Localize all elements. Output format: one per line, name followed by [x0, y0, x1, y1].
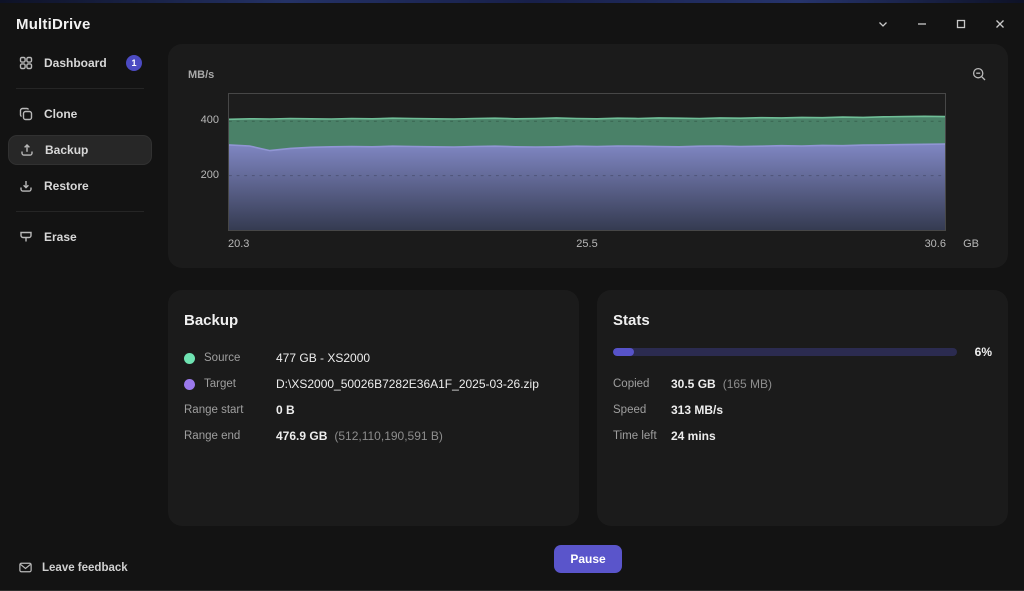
source-value: 477 GB - XS2000: [276, 351, 371, 365]
x-tick-label: 30.6: [924, 238, 946, 250]
sidebar-item-label: Restore: [44, 179, 89, 193]
speed-chart-card: MB/s 400 200 GB 20.3 25.5 30.6: [168, 44, 1008, 268]
titlebar: MultiDrive: [0, 0, 1024, 44]
sidebar-item-label: Erase: [44, 230, 77, 244]
main-content: MB/s 400 200 GB 20.3 25.5 30.6 Backup So…: [160, 44, 1024, 590]
time-left-label: Time left: [613, 430, 657, 442]
sidebar-divider: [16, 211, 144, 212]
clone-copy-icon: [19, 107, 33, 121]
dashboard-grid-icon: [19, 56, 33, 70]
stats-card-title: Stats: [613, 312, 650, 329]
window-menu-chevron-icon[interactable]: [875, 16, 891, 32]
action-footer: Pause: [168, 526, 1008, 590]
maximize-icon[interactable]: [953, 16, 969, 32]
leave-feedback-link[interactable]: Leave feedback: [8, 560, 152, 575]
zoom-out-icon[interactable]: [971, 66, 988, 83]
backup-upload-icon: [21, 144, 33, 156]
source-row: Source 477 GB - XS2000: [184, 345, 563, 371]
sidebar-item-clone[interactable]: Clone: [8, 99, 152, 129]
sidebar-item-label: Clone: [44, 107, 78, 121]
range-end-label: Range end: [184, 430, 241, 442]
restore-download-icon: [20, 181, 32, 192]
target-dot-icon: [184, 378, 195, 390]
chart-x-unit-label: GB: [963, 238, 979, 250]
x-tick-label: 25.5: [576, 238, 598, 250]
minimize-icon[interactable]: [914, 16, 930, 32]
progress-percent: 6%: [974, 345, 992, 359]
sidebar-item-restore[interactable]: Restore: [8, 171, 152, 201]
sidebar-item-backup[interactable]: Backup: [8, 135, 152, 165]
target-label: Target: [204, 378, 236, 390]
sidebar-item-label: Backup: [45, 143, 89, 157]
envelope-icon: [19, 562, 32, 573]
copied-value: 30.5 GB: [671, 377, 716, 391]
y-tick-label: 200: [200, 168, 219, 181]
window-top-accent: [0, 0, 1024, 3]
copied-row: Copied 30.5 GB (165 MB): [613, 371, 992, 397]
chart-y-axis: 400 200: [184, 93, 228, 231]
range-end-row: Range end 476.9 GB (512,110,190,591 B): [184, 423, 563, 449]
app-window: MultiDrive Dashboard 1 Clone Backup Rest…: [0, 0, 1024, 591]
backup-card: Backup Source 477 GB - XS2000 Target D:\…: [168, 290, 579, 526]
progress-bar-fill: [613, 348, 634, 356]
range-start-value: 0 B: [276, 403, 295, 417]
range-start-label: Range start: [184, 404, 244, 416]
chart-y-unit-label: MB/s: [188, 68, 215, 81]
dashboard-count-badge: 1: [126, 55, 142, 71]
erase-squeegee-icon: [20, 231, 32, 242]
close-icon[interactable]: [992, 16, 1008, 32]
sidebar-item-label: Dashboard: [44, 56, 107, 70]
stats-card: Stats 6% Copied 30.5 GB (165 MB) Speed 3…: [597, 290, 1008, 526]
speed-row: Speed 313 MB/s: [613, 397, 992, 423]
x-tick-label: 20.3: [228, 238, 250, 250]
progress-row: 6%: [613, 345, 992, 359]
copied-label: Copied: [613, 378, 650, 390]
window-controls: [875, 16, 1008, 32]
speed-label: Speed: [613, 404, 647, 416]
sidebar-item-dashboard[interactable]: Dashboard 1: [8, 48, 152, 78]
pause-button[interactable]: Pause: [554, 544, 622, 573]
copied-extra: (165 MB): [722, 377, 773, 391]
sidebar-divider: [16, 88, 144, 89]
sidebar: Dashboard 1 Clone Backup Restore Erase L…: [0, 44, 160, 590]
range-start-row: Range start 0 B: [184, 397, 563, 423]
y-tick-label: 400: [200, 114, 219, 127]
source-dot-icon: [184, 352, 195, 364]
source-label: Source: [204, 352, 241, 364]
progress-bar: [613, 348, 957, 356]
range-end-value: 476.9 GB: [276, 429, 328, 443]
sidebar-item-erase[interactable]: Erase: [8, 222, 152, 252]
target-value: D:\XS2000_50026B7282E36A1F_2025-03-26.zi…: [276, 377, 539, 391]
speed-value: 313 MB/s: [671, 403, 724, 417]
speed-area-chart: [229, 115, 945, 230]
range-end-bytes: (512,110,190,591 B): [334, 429, 443, 443]
time-left-value: 24 mins: [671, 429, 716, 443]
app-title: MultiDrive: [16, 15, 91, 33]
chart-x-axis: GB 20.3 25.5 30.6: [228, 238, 979, 250]
backup-card-title: Backup: [184, 312, 239, 329]
time-left-row: Time left 24 mins: [613, 423, 992, 449]
target-row: Target D:\XS2000_50026B7282E36A1F_2025-0…: [184, 371, 563, 397]
feedback-label: Leave feedback: [42, 561, 128, 574]
chart-plot: [228, 93, 946, 231]
